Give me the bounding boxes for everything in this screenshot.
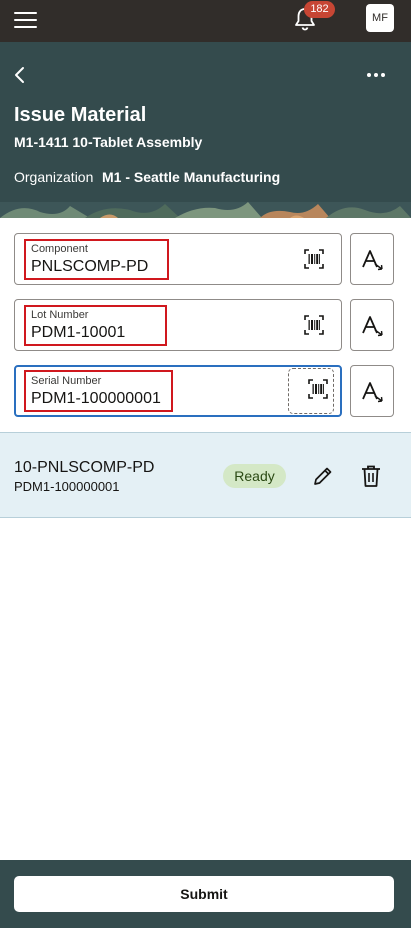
user-avatar[interactable]: MF (366, 4, 394, 32)
font-case-icon (362, 316, 383, 337)
pencil-icon[interactable] (312, 465, 334, 487)
serial-number-field-value[interactable]: PDM1-100000001 (31, 390, 161, 408)
trash-icon[interactable] (360, 464, 382, 488)
work-order-subtitle: M1-1411 10-Tablet Assembly (14, 134, 203, 150)
serial-number-field-label: Serial Number (31, 375, 102, 387)
component-field[interactable]: Component PNLSCOMP-PD (14, 233, 342, 285)
barcode-scan-icon[interactable] (303, 248, 325, 270)
organization-value: M1 - Seattle Manufacturing (102, 169, 281, 185)
page-header: Issue Material M1-1411 10-Tablet Assembl… (0, 42, 411, 218)
list-item[interactable]: 10-PNLSCOMP-PD PDM1-100000001 Ready (0, 432, 411, 518)
back-arrow-icon[interactable] (10, 64, 32, 86)
more-options-icon[interactable] (362, 64, 390, 86)
component-field-label: Component (31, 243, 88, 255)
header-decorative-pattern (0, 202, 411, 218)
barcode-scan-icon[interactable] (307, 378, 329, 400)
footer-bar: Submit (0, 860, 411, 928)
status-badge: Ready (223, 464, 286, 488)
lot-number-field-label: Lot Number (31, 309, 89, 321)
lot-number-font-case-button[interactable] (350, 299, 394, 351)
lot-number-field-value[interactable]: PDM1-10001 (31, 324, 125, 342)
submit-button[interactable]: Submit (14, 876, 394, 912)
component-field-value[interactable]: PNLSCOMP-PD (31, 258, 148, 276)
hamburger-icon[interactable] (14, 10, 38, 30)
serial-number-font-case-button[interactable] (350, 365, 394, 417)
component-font-case-button[interactable] (350, 233, 394, 285)
list-item-subtitle: PDM1-100000001 (14, 479, 120, 494)
list-item-title: 10-PNLSCOMP-PD (14, 459, 155, 476)
serial-number-field[interactable]: Serial Number PDM1-100000001 (14, 365, 342, 417)
organization-label: Organization (14, 169, 94, 185)
lot-number-field[interactable]: Lot Number PDM1-10001 (14, 299, 342, 351)
page-title: Issue Material (14, 104, 147, 126)
font-case-icon (362, 382, 383, 403)
notification-count-badge: 182 (304, 1, 335, 18)
top-bar: 182 MF (0, 0, 411, 42)
font-case-icon (362, 250, 383, 271)
barcode-scan-icon[interactable] (303, 314, 325, 336)
